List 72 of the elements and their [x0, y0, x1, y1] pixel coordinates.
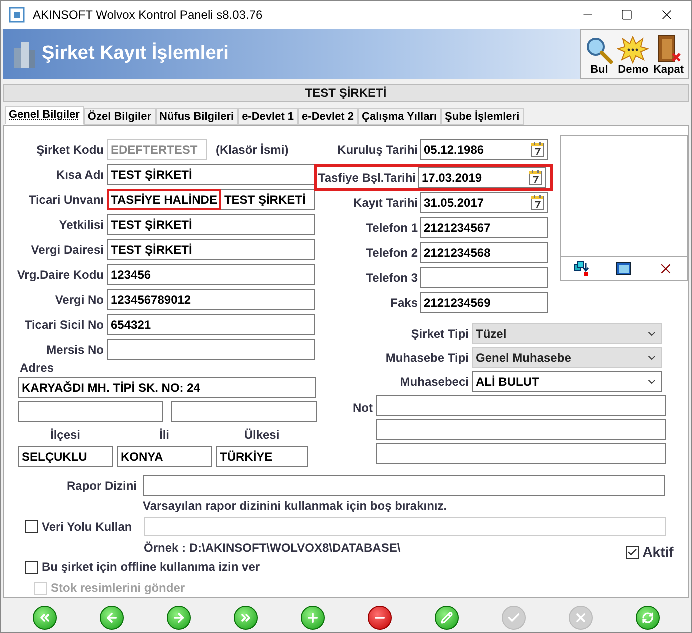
field-label: Kısa Adı — [55, 166, 104, 184]
text-field[interactable]: 2121234569 — [420, 292, 548, 313]
field-label: Telefon 3 — [365, 270, 418, 286]
field-label: Faks — [390, 294, 418, 312]
field-label: Mersis No — [46, 342, 104, 358]
toolbar-button[interactable]: Bul — [585, 36, 614, 77]
field-label: Stok resimlerini gönder — [51, 580, 186, 597]
text-field[interactable]: 31.05.2017 — [420, 192, 548, 213]
window-title: AKINSOFT Wolvox Kontrol Paneli s8.03.76 — [33, 7, 263, 24]
tab[interactable]: Nüfus Bilgileri — [156, 108, 238, 125]
text-field[interactable]: 123456 — [107, 264, 315, 285]
field-label: Not — [352, 400, 373, 417]
field-label: Tasfiye Bşl.Tarihi — [318, 170, 416, 186]
field-label: İli — [159, 427, 170, 444]
highlighted-text: TASFİYE HALİNDE — [107, 189, 222, 210]
field-label: Telefon 2 — [365, 244, 418, 262]
field-label: Bu şirket için offline kullanıma izin ver — [42, 559, 260, 576]
field-value: 123456789012 — [111, 292, 192, 308]
field-label: Kayıt Tarihi — [352, 194, 418, 212]
text-field[interactable]: TÜRKİYE — [216, 446, 308, 467]
field-label: (Klasör İsmi) — [216, 142, 289, 158]
company-name-bar: TEST ŞİRKETİ — [3, 84, 689, 102]
field-label: Ticari Unvanı — [28, 192, 104, 208]
text-field[interactable]: 17.03.2019 — [418, 167, 546, 188]
field-label: Kuruluş Tarihi — [336, 142, 418, 158]
field-label: Vergi Dairesi — [30, 242, 104, 258]
field-label: Yetkilisi — [58, 216, 104, 234]
text-field[interactable]: EDEFTERTEST — [107, 139, 207, 160]
text-field[interactable]: SELÇUKLU — [18, 446, 113, 467]
field-label: Telefon 1 — [365, 220, 418, 236]
field-label: Şirket Tipi — [410, 326, 469, 342]
field-value: TEST ŞİRKETİ — [224, 192, 306, 208]
field-label: Veri Yolu Kullan — [42, 518, 132, 536]
tab[interactable]: Özel Bilgiler — [84, 108, 156, 125]
field-label: Vrg.Daire Kodu — [16, 266, 104, 284]
tab[interactable]: Genel Bilgiler — [5, 106, 84, 125]
field-label: Şirket Kodu — [36, 142, 104, 158]
field-value: TEST ŞİRKETİ — [111, 216, 192, 234]
text-field[interactable]: 05.12.1986 — [420, 139, 548, 160]
field-label: Vergi No — [54, 292, 104, 308]
field-value: 654321 — [111, 316, 152, 334]
field-label: İlçesi — [50, 427, 81, 444]
field-label: Rapor Dizini — [66, 478, 137, 494]
hint-text: Varsayılan rapor dizinini kullanmak için boş bırakınız. — [143, 498, 448, 515]
text-field[interactable]: 2121234567 — [420, 217, 548, 238]
text-field[interactable]: TASFİYE HALİNDE TEST ŞİRKETİ — [107, 189, 315, 210]
text-field[interactable]: 654321 — [107, 314, 315, 335]
tab[interactable]: e-Devlet 2 — [298, 108, 358, 125]
field-label: Aktif — [642, 543, 674, 562]
text-field[interactable]: TEST ŞİRKETİ — [107, 239, 315, 260]
toolbar-button[interactable]: Demo — [617, 36, 650, 77]
text-field[interactable]: TEST ŞİRKETİ — [107, 214, 315, 235]
text-field[interactable]: KARYAĞDI MH. TİPİ SK. NO: 24 — [18, 377, 316, 398]
text-field[interactable]: KONYA — [117, 446, 212, 467]
tab[interactable]: e-Devlet 1 — [238, 108, 298, 125]
field-value: 123456 — [111, 266, 152, 284]
tab[interactable]: Çalışma Yılları — [358, 108, 442, 125]
field-label: Ülkesi — [244, 427, 280, 444]
page-title: Şirket Kayıt İşlemleri — [42, 42, 229, 66]
field-label: Muhasebe Tipi — [384, 350, 469, 366]
field-label: Ticari Sicil No — [24, 316, 104, 334]
field-label: Adres — [20, 360, 56, 377]
text-field[interactable]: 2121234568 — [420, 242, 548, 263]
text-field[interactable]: 123456789012 — [107, 289, 315, 310]
tab[interactable]: Şube İşlemleri — [441, 108, 524, 125]
text-field[interactable]: TEST ŞİRKETİ — [107, 164, 315, 185]
field-value: TEST ŞİRKETİ — [111, 166, 192, 184]
dropdown[interactable]: ALİ BULUT — [472, 371, 662, 392]
toolbar-button[interactable]: Kapat — [653, 34, 684, 77]
field-value: TEST ŞİRKETİ — [111, 242, 192, 258]
field-label: Muhasebeci — [399, 374, 469, 390]
example-text: Örnek : D:\AKINSOFT\WOLVOX8\DATABASE\ — [144, 540, 401, 557]
